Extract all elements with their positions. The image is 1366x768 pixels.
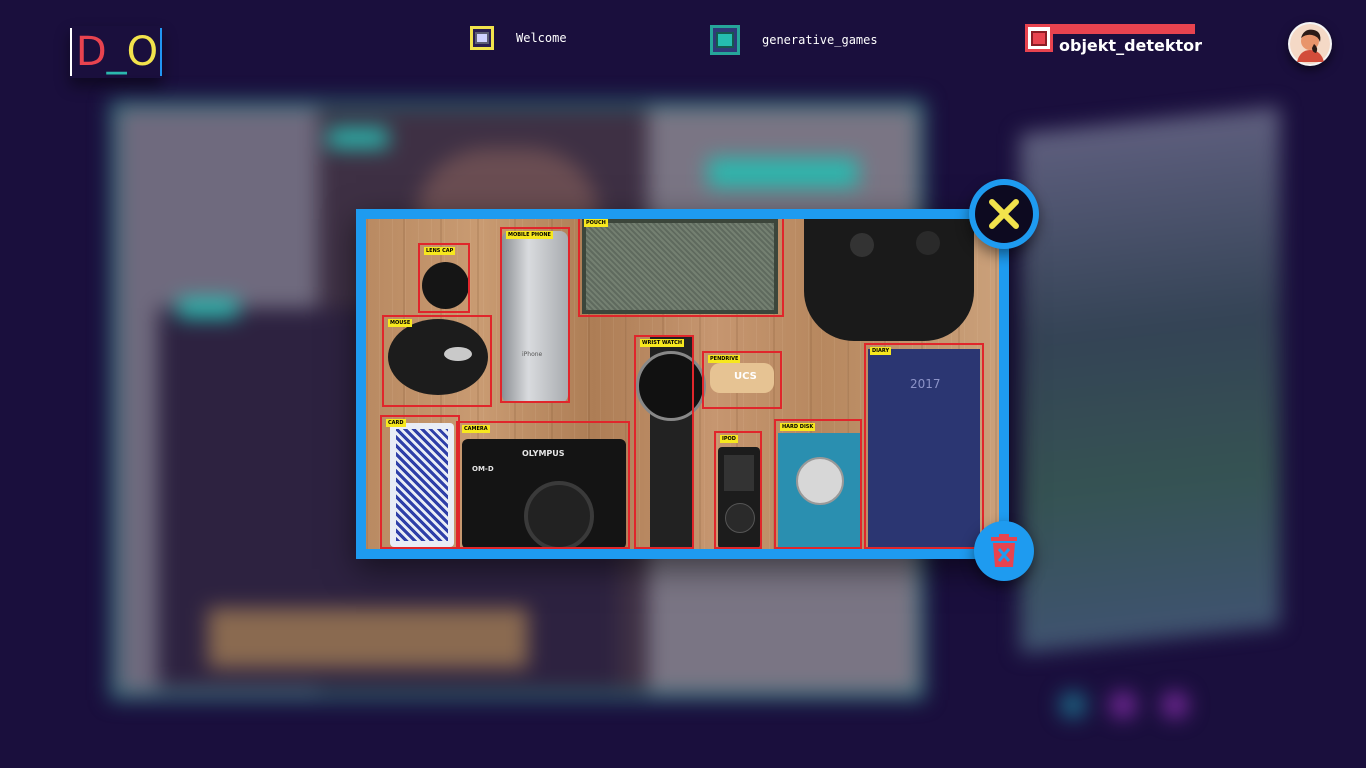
app-screen: D _ O Welcome generative_games objekt_de… [0,0,1366,768]
carousel-dot [1162,692,1188,718]
detection-box: IPOD [714,431,762,549]
user-avatar[interactable] [1288,22,1332,66]
nav-item-welcome[interactable]: Welcome [470,26,567,50]
detection-box: HARD DISK [774,419,862,549]
controller-object [804,219,974,341]
nav-item-generative-games[interactable]: generative_games [710,25,878,55]
image-viewer-modal: iPhone UCS 2017 OLYMPUS OM-D LENS CAP MO… [356,209,1009,559]
detection-label: CAMERA [462,425,490,433]
detection-label: PENDRIVE [708,355,741,363]
detection-box: MOUSE [382,315,492,407]
nav-item-objekt-detektor[interactable]: objekt_detektor [1025,24,1203,55]
detection-box: LENS CAP [418,243,470,313]
detection-label: LENS CAP [424,247,456,255]
detection-label: WRIST WATCH [640,339,685,347]
detection-box: WRIST WATCH [634,335,694,549]
detection-label: CARD [386,419,406,427]
detection-box: CARD [380,415,460,549]
close-button[interactable] [969,179,1039,249]
logo-letter-o: O [126,29,159,75]
background-carousel [1020,106,1280,654]
detection-label: HARD DISK [780,423,816,431]
logo-bar-left [70,28,72,76]
window-icon [1025,24,1053,52]
detection-label: POUCH [584,219,608,227]
nav-item-label: objekt_detektor [1059,35,1203,55]
detection-box: MOBILE PHONE [500,227,570,403]
window-icon [470,26,494,50]
detection-box: CAMERA [456,421,630,549]
window-icon [710,25,740,55]
carousel-dot [1060,692,1086,718]
nav-item-label: Welcome [516,31,567,45]
logo-bar-right [160,28,162,76]
close-x-icon [989,199,1019,229]
detection-box: DIARY [864,343,984,549]
carousel-dot [1110,692,1136,718]
detection-label: MOBILE PHONE [506,231,553,239]
app-logo[interactable]: D _ O [70,26,162,78]
detection-box: PENDRIVE [702,351,782,409]
user-avatar-icon [1290,24,1330,64]
detection-label: DIARY [870,347,892,355]
logo-underscore: _ [106,29,127,75]
logo-letter-d: D [75,29,107,75]
detection-result-image: iPhone UCS 2017 OLYMPUS OM-D LENS CAP MO… [366,219,999,549]
delete-button[interactable] [974,521,1034,581]
nav-item-label: generative_games [762,33,878,47]
detection-label: MOUSE [388,319,413,327]
trash-icon [991,534,1017,567]
detection-box: POUCH [578,219,784,317]
detection-label: IPOD [720,435,738,443]
